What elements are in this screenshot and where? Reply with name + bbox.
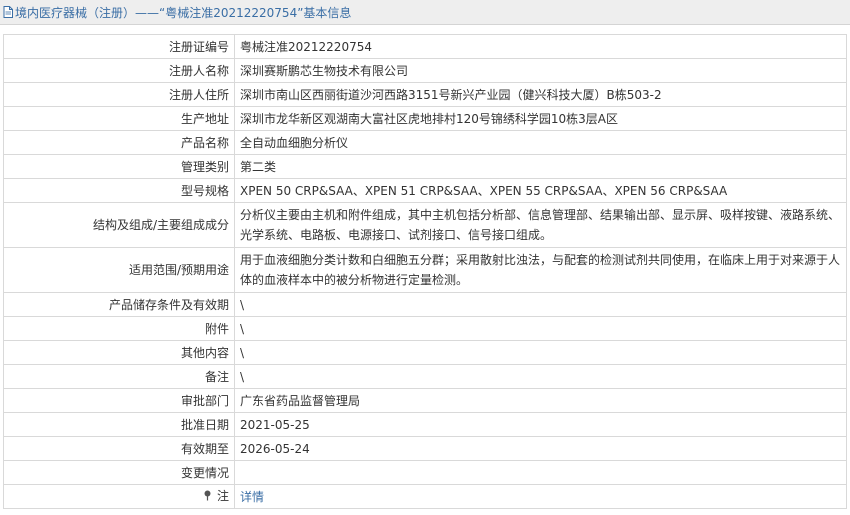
table-row: 注册人名称 深圳赛斯鹏芯生物技术有限公司 <box>3 58 847 83</box>
field-label: 注册证编号 <box>3 34 235 59</box>
field-label: 管理类别 <box>3 154 235 179</box>
field-value: 用于血液细胞分类计数和白细胞五分群；采用散射比浊法，与配套的检测试剂共同使用，在… <box>234 247 847 293</box>
field-value: 分析仪主要由主机和附件组成，其中主机包括分析部、信息管理部、结果输出部、显示屏、… <box>234 202 847 248</box>
table-row: 产品名称 全自动血细胞分析仪 <box>3 130 847 155</box>
page-header: 境内医疗器械（注册）——“粤械注准20212220754”基本信息 <box>0 0 850 25</box>
field-value: 粤械注准20212220754 <box>234 34 847 59</box>
field-value: 深圳赛斯鹏芯生物技术有限公司 <box>234 58 847 83</box>
field-value: 全自动血细胞分析仪 <box>234 130 847 155</box>
field-value: 深圳市南山区西丽街道沙河西路3151号新兴产业园（健兴科技大厦）B栋503-2 <box>234 82 847 107</box>
table-row: 注册证编号 粤械注准20212220754 <box>3 34 847 59</box>
table-row: 备注 \ <box>3 364 847 389</box>
field-value: 广东省药品监督管理局 <box>234 388 847 413</box>
table-row: 变更情况 <box>3 460 847 485</box>
field-label: 注册人名称 <box>3 58 235 83</box>
table-row: 管理类别 第二类 <box>3 154 847 179</box>
note-label-cell: 注 <box>3 484 235 509</box>
field-value: 2026-05-24 <box>234 436 847 461</box>
field-label: 变更情况 <box>3 460 235 485</box>
field-label: 审批部门 <box>3 388 235 413</box>
field-value <box>234 460 847 485</box>
table-row: 适用范围/预期用途 用于血液细胞分类计数和白细胞五分群；采用散射比浊法，与配套的… <box>3 247 847 293</box>
table-row: 产品储存条件及有效期 \ <box>3 292 847 317</box>
field-label: 结构及组成/主要组成成分 <box>3 202 235 248</box>
field-label: 产品名称 <box>3 130 235 155</box>
table-row: 附件 \ <box>3 316 847 341</box>
field-label: 有效期至 <box>3 436 235 461</box>
field-label: 其他内容 <box>3 340 235 365</box>
table-row: 结构及组成/主要组成成分 分析仪主要由主机和附件组成，其中主机包括分析部、信息管… <box>3 202 847 248</box>
table-row: 生产地址 深圳市龙华新区观湖南大富社区虎地排村120号锦绣科学园10栋3层A区 <box>3 106 847 131</box>
table-row: 有效期至 2026-05-24 <box>3 436 847 461</box>
field-value: XPEN 50 CRP&SAA、XPEN 51 CRP&SAA、XPEN 55 … <box>234 178 847 203</box>
document-icon <box>3 6 13 18</box>
table-row: 注册人住所 深圳市南山区西丽街道沙河西路3151号新兴产业园（健兴科技大厦）B栋… <box>3 82 847 107</box>
note-row: 注 详情 <box>3 484 847 509</box>
table-row: 型号规格 XPEN 50 CRP&SAA、XPEN 51 CRP&SAA、XPE… <box>3 178 847 203</box>
field-label: 产品储存条件及有效期 <box>3 292 235 317</box>
field-label: 适用范围/预期用途 <box>3 247 235 293</box>
table-row: 其他内容 \ <box>3 340 847 365</box>
field-value: 深圳市龙华新区观湖南大富社区虎地排村120号锦绣科学园10栋3层A区 <box>234 106 847 131</box>
field-label: 附件 <box>3 316 235 341</box>
field-value: 2021-05-25 <box>234 412 847 437</box>
table-row: 批准日期 2021-05-25 <box>3 412 847 437</box>
field-value: \ <box>234 364 847 389</box>
field-value: \ <box>234 316 847 341</box>
field-label: 批准日期 <box>3 412 235 437</box>
field-value: \ <box>234 292 847 317</box>
field-label: 型号规格 <box>3 178 235 203</box>
field-label: 备注 <box>3 364 235 389</box>
note-value-cell: 详情 <box>234 484 847 509</box>
device-info-table: 注册证编号 粤械注准20212220754 注册人名称 深圳赛斯鹏芯生物技术有限… <box>3 34 847 509</box>
field-label: 注册人住所 <box>3 82 235 107</box>
field-value: \ <box>234 340 847 365</box>
breadcrumb: 境内医疗器械（注册）——“粤械注准20212220754”基本信息 <box>15 5 352 20</box>
details-link[interactable]: 详情 <box>240 490 264 504</box>
table-row: 审批部门 广东省药品监督管理局 <box>3 388 847 413</box>
pin-icon <box>203 490 216 503</box>
note-label: 注 <box>216 489 229 503</box>
field-value: 第二类 <box>234 154 847 179</box>
field-label: 生产地址 <box>3 106 235 131</box>
